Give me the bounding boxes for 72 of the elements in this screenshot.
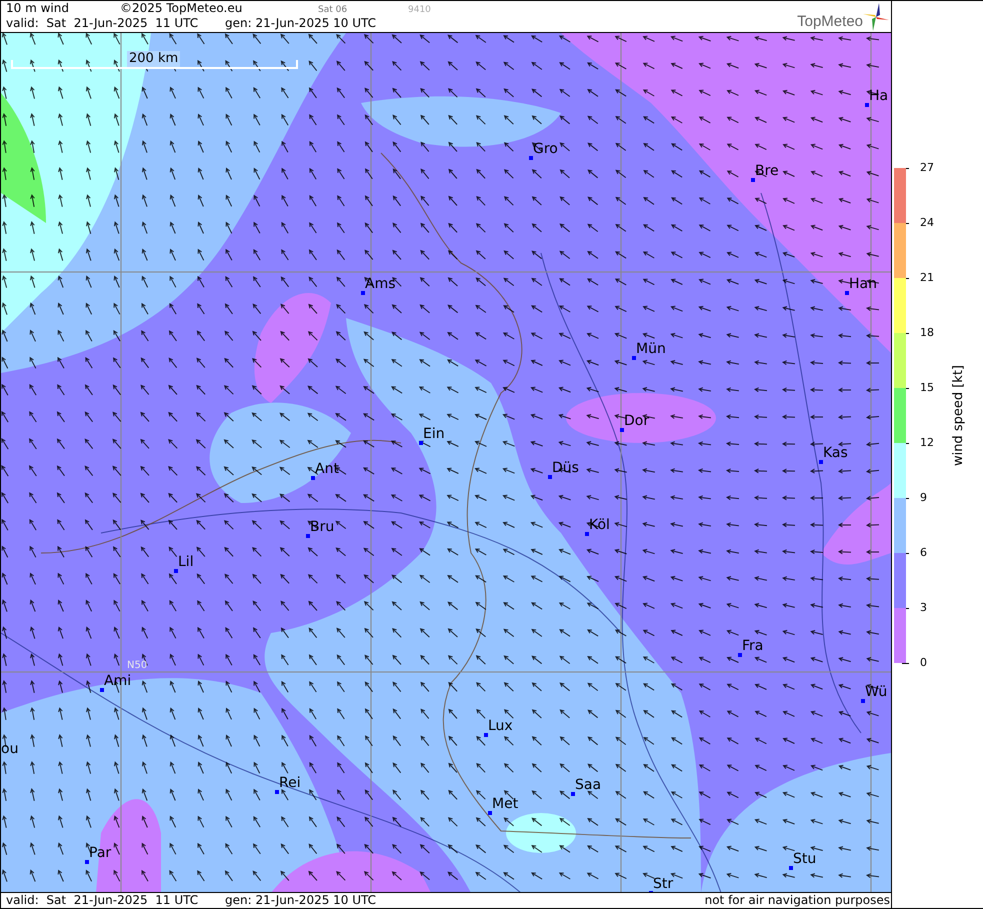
pinwheel-logo-icon — [863, 2, 889, 31]
generated-time-text: gen: 21-Jun-2025 10 UTC — [225, 16, 376, 31]
copyright-text: ©2025 TopMeteo.eu — [120, 1, 244, 16]
tick-label: 21 — [920, 271, 934, 285]
logo-text: TopMeteo — [797, 14, 863, 30]
city-label: Köl — [589, 516, 610, 533]
code-label: 9410 — [408, 4, 431, 17]
city-marker-icon — [548, 474, 552, 479]
city-label: Ams — [365, 276, 396, 292]
city-label: Ami — [104, 672, 132, 689]
city-marker-icon — [751, 178, 755, 182]
city-marker-icon — [585, 532, 589, 536]
tick-label: 27 — [920, 161, 934, 175]
city-label: Bre — [755, 162, 779, 179]
city-label: Ein — [423, 426, 445, 442]
city-marker-icon — [845, 290, 849, 295]
tick-label: 0 — [920, 656, 927, 670]
city-marker-icon — [484, 732, 488, 737]
city-label: Bru — [310, 518, 334, 535]
city-label: Lil — [178, 554, 194, 570]
city-label: Kas — [823, 444, 848, 461]
city-marker-icon — [85, 860, 89, 864]
city-marker-icon — [620, 428, 624, 432]
tick-label: 15 — [920, 381, 934, 395]
city-marker-icon — [419, 440, 423, 445]
legend-title: wind speed [kt] — [951, 364, 966, 466]
city-marker-icon — [861, 698, 865, 703]
city-label: Gro — [533, 140, 558, 157]
city-label: Ant — [315, 460, 339, 477]
city-marker-icon — [361, 290, 365, 295]
city-label: Lux — [488, 718, 513, 734]
city-marker-icon — [865, 102, 869, 107]
city-label: Dor — [624, 412, 650, 429]
valid-time-text: valid: Sat 21-Jun-2025 11 UTC — [6, 893, 200, 908]
city-label: Met — [492, 796, 518, 812]
city-marker-icon — [275, 790, 279, 794]
tick-label: 18 — [920, 326, 934, 340]
city-label: Düs — [552, 460, 579, 476]
tick-label: 6 — [920, 546, 927, 560]
tick-label: 24 — [920, 216, 934, 230]
tick-label: 12 — [920, 436, 934, 450]
city-label: Par — [89, 844, 112, 861]
city-marker-icon — [100, 688, 104, 692]
city-marker-icon — [174, 568, 178, 573]
city-marker-icon — [488, 810, 492, 815]
generated-time-text: gen: 21-Jun-2025 10 UTC — [225, 893, 378, 908]
city-marker-icon — [789, 866, 793, 870]
city-marker-icon — [632, 356, 636, 360]
city-label: Rei — [279, 774, 301, 791]
city-label: Str — [653, 876, 674, 892]
scale-label: 200 km — [127, 50, 180, 67]
city-marker-icon — [571, 792, 575, 796]
city-label: Stu — [793, 850, 816, 867]
tick-label: 3 — [920, 601, 927, 615]
city-label: Fra — [742, 638, 764, 654]
valid-time-text: valid: Sat 21-Jun-2025 11 UTC — [6, 16, 200, 31]
tick-label: 9 — [920, 491, 927, 505]
city-label: ou — [1, 740, 18, 757]
disclaimer-text: not for air navigation purposes — [704, 893, 890, 908]
city-label: Han — [849, 276, 877, 292]
city-marker-icon — [306, 534, 310, 538]
city-marker-icon — [529, 156, 533, 160]
map-title: 10 m wind — [6, 1, 70, 16]
city-marker-icon — [311, 476, 315, 480]
city-label: Wü — [865, 684, 888, 700]
city-marker-icon — [819, 460, 823, 464]
city-label: Mün — [636, 340, 666, 357]
city-label: Saa — [575, 776, 602, 793]
city-marker-icon — [738, 652, 742, 657]
latitude-label: N50 — [127, 660, 148, 672]
city-label: Ha — [869, 88, 888, 104]
run-label: Sat 06 — [318, 4, 348, 17]
